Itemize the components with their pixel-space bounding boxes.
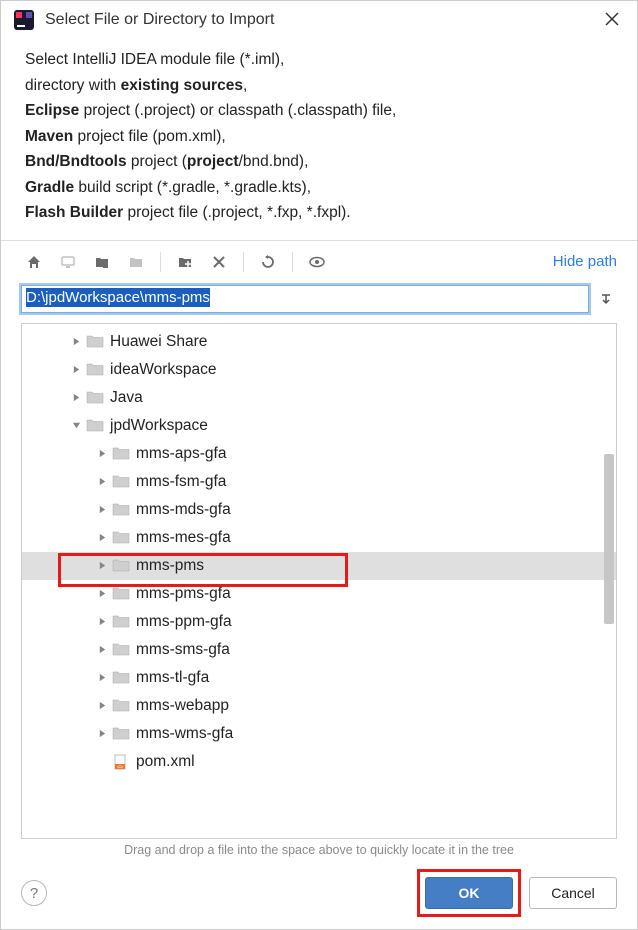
folder-icon [86,362,104,378]
project-icon[interactable] [89,249,115,275]
scrollbar-thumb[interactable] [604,454,614,624]
chevron-right-icon[interactable] [94,558,110,574]
tree-row[interactable]: mms-mds-gfa [22,496,616,524]
tree-row[interactable]: mms-webapp [22,692,616,720]
chevron-right-icon[interactable] [94,474,110,490]
tree-item-label: mms-pms-gfa [136,585,231,603]
folder-icon [112,558,130,574]
svg-text:<>: <> [117,764,123,770]
chevron-right-icon[interactable] [94,614,110,630]
folder-icon [112,698,130,714]
tree-row[interactable]: jpdWorkspace [22,412,616,440]
file-icon: <> [112,754,130,770]
history-dropdown-icon[interactable] [595,288,617,310]
tree-row[interactable]: mms-fsm-gfa [22,468,616,496]
separator [160,252,161,272]
dialog-title: Select File or Directory to Import [45,11,599,29]
tree-item-label: mms-wms-gfa [136,725,233,743]
tree-row[interactable]: Java [22,384,616,412]
tree-item-label: mms-mes-gfa [136,529,231,547]
folder-icon [112,726,130,742]
tree-row[interactable]: ideaWorkspace [22,356,616,384]
folder-icon [112,586,130,602]
tree-row[interactable]: mms-mes-gfa [22,524,616,552]
chevron-right-icon[interactable] [68,334,84,350]
tree-row[interactable]: mms-sms-gfa [22,636,616,664]
tree-item-label: mms-ppm-gfa [136,613,232,631]
folder-icon [112,614,130,630]
chevron-right-icon[interactable] [68,362,84,378]
folder-icon [112,446,130,462]
tree-item-label: mms-webapp [136,697,229,715]
folder-icon [86,334,104,350]
chevron-right-icon[interactable] [94,754,110,770]
chevron-right-icon[interactable] [94,502,110,518]
chevron-down-icon[interactable] [68,418,84,434]
chevron-right-icon[interactable] [94,586,110,602]
hint-text: Drag and drop a file into the space abov… [1,839,637,865]
tree-item-label: mms-aps-gfa [136,445,226,463]
show-hidden-icon[interactable] [304,249,330,275]
chevron-right-icon[interactable] [94,698,110,714]
tree-item-label: mms-tl-gfa [136,669,209,687]
tree-row[interactable]: mms-aps-gfa [22,440,616,468]
folder-icon [112,642,130,658]
chevron-right-icon[interactable] [94,530,110,546]
help-button[interactable]: ? [21,880,47,906]
titlebar: Select File or Directory to Import [1,1,637,37]
folder-icon [112,670,130,686]
tree-item-label: jpdWorkspace [110,417,208,435]
new-folder-icon[interactable] [172,249,198,275]
separator [243,252,244,272]
tree-row[interactable]: mms-tl-gfa [22,664,616,692]
tree-row[interactable]: mms-pms-gfa [22,580,616,608]
chevron-right-icon[interactable] [94,670,110,686]
toolbar: Hide path [1,241,637,279]
tree-item-label: ideaWorkspace [110,361,217,379]
chevron-right-icon[interactable] [94,642,110,658]
refresh-icon[interactable] [255,249,281,275]
app-icon [13,9,35,31]
delete-icon[interactable] [206,249,232,275]
folder-icon [86,390,104,406]
path-input[interactable]: D:\jpdWorkspace\mms-pms [21,285,589,313]
desktop-icon[interactable] [55,249,81,275]
tree-item-label: Huawei Share [110,333,207,351]
ok-button[interactable]: OK [425,877,513,909]
tree-item-label: mms-mds-gfa [136,501,231,519]
home-icon[interactable] [21,249,47,275]
hide-path-link[interactable]: Hide path [553,253,617,270]
tree-item-label: mms-sms-gfa [136,641,230,659]
tree-item-label: mms-fsm-gfa [136,473,226,491]
tree-row[interactable]: mms-ppm-gfa [22,608,616,636]
folder-icon [112,474,130,490]
tree-row[interactable]: mms-pms [22,552,616,580]
folder-icon [112,502,130,518]
tree-item-label: pom.xml [136,753,195,771]
chevron-right-icon[interactable] [94,726,110,742]
file-tree: Huawei Share ideaWorkspace Java jpdWorkspac… [21,323,617,839]
tree-row[interactable]: <> pom.xml [22,748,616,776]
folder-icon [86,418,104,434]
tree-item-label: Java [110,389,143,407]
chevron-right-icon[interactable] [94,446,110,462]
folder-icon [112,530,130,546]
tree-row[interactable]: Huawei Share [22,328,616,356]
description-text: Select IntelliJ IDEA module file (*.iml)… [1,37,637,241]
cancel-button[interactable]: Cancel [529,877,617,909]
module-icon[interactable] [123,249,149,275]
chevron-right-icon[interactable] [68,390,84,406]
separator [292,252,293,272]
tree-row[interactable]: mms-wms-gfa [22,720,616,748]
close-icon[interactable] [599,10,625,31]
tree-item-label: mms-pms [136,557,204,575]
